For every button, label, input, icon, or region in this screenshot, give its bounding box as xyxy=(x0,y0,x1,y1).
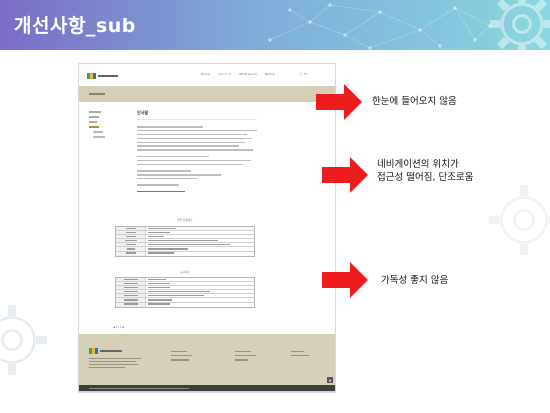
mockup-content-title: 인사말 xyxy=(137,110,257,120)
arrow-right-icon xyxy=(322,262,368,298)
mockup-footer: ▲ xyxy=(79,334,335,392)
website-mockup: Home About us What we do Notice ○ ≡ 인사말 xyxy=(78,63,336,393)
footer-logo xyxy=(89,348,122,354)
text-line xyxy=(137,141,245,144)
text-line xyxy=(137,149,254,151)
mockup-table2-title: 공시자료 xyxy=(180,271,190,274)
slide-header: 개선사항_sub xyxy=(0,0,550,50)
logo-mark-icon xyxy=(87,72,96,79)
gear-icon xyxy=(0,304,48,376)
text-line xyxy=(137,163,243,166)
text-line xyxy=(137,177,197,180)
mockup-nav-icons: ○ ≡ xyxy=(299,71,307,76)
mockup-banner-label xyxy=(89,93,105,95)
text-line xyxy=(137,155,209,158)
arrow-right-icon xyxy=(316,84,362,120)
mockup-table2 xyxy=(115,277,255,308)
mockup-sidebar xyxy=(89,110,117,140)
mockup-nav-item[interactable]: What we do xyxy=(239,72,257,76)
mockup-table1 xyxy=(115,226,255,257)
annotation-note-1: 한눈에 들어오지 않음 xyxy=(372,96,457,107)
scroll-top-button[interactable]: ▲ xyxy=(327,377,333,383)
mockup-nav: Home About us What we do Notice xyxy=(201,72,275,76)
mockup-sidebar-subitem[interactable] xyxy=(89,135,117,140)
annotation-note-3: 가독성 좋지 않음 xyxy=(381,275,449,286)
mockup-nav-item[interactable]: Notice xyxy=(265,72,275,76)
table-row xyxy=(116,251,254,256)
slide-title: 개선사항_sub xyxy=(14,15,136,37)
footer-address xyxy=(89,356,141,370)
text-line xyxy=(137,137,253,140)
footer-column xyxy=(171,348,197,364)
gear-icon xyxy=(488,184,550,256)
footer-column xyxy=(235,348,261,364)
mockup-pagination[interactable]: ◀ 1 / 1 ▶ xyxy=(113,326,124,329)
text-line xyxy=(137,174,221,176)
search-icon[interactable]: ○ xyxy=(299,71,303,76)
arrow-right-icon xyxy=(322,157,368,193)
footer-logo-text-bars xyxy=(100,350,122,352)
text-line xyxy=(137,133,248,136)
text-line xyxy=(137,129,257,132)
logo-mark-icon xyxy=(89,348,98,354)
mockup-nav-item-active[interactable]: About us xyxy=(218,72,231,76)
mockup-topbar: Home About us What we do Notice ○ ≡ xyxy=(79,64,335,86)
footer-copyright-bar xyxy=(79,385,335,391)
mockup-nav-item[interactable]: Home xyxy=(201,72,210,76)
gear-icon xyxy=(490,0,550,50)
mockup-logo xyxy=(87,72,119,79)
annotation-note-2: 네비게이션의 위치가 접근성 떨어짐, 단조로움 xyxy=(377,159,474,183)
text-line xyxy=(137,190,185,193)
footer-column xyxy=(291,348,317,359)
text-line xyxy=(137,170,191,172)
menu-icon[interactable]: ≡ xyxy=(304,71,307,76)
table-row xyxy=(116,302,254,307)
text-line xyxy=(137,159,251,162)
mockup-table1-title: 연혁 상세정보 xyxy=(177,219,193,222)
mockup-content: 인사말 xyxy=(137,110,257,195)
copyright-text-bar xyxy=(89,387,189,389)
text-line xyxy=(137,126,203,128)
mockup-sub-banner xyxy=(79,86,335,102)
text-line xyxy=(137,145,239,147)
logo-text-bars xyxy=(98,74,118,77)
text-line xyxy=(137,184,179,186)
